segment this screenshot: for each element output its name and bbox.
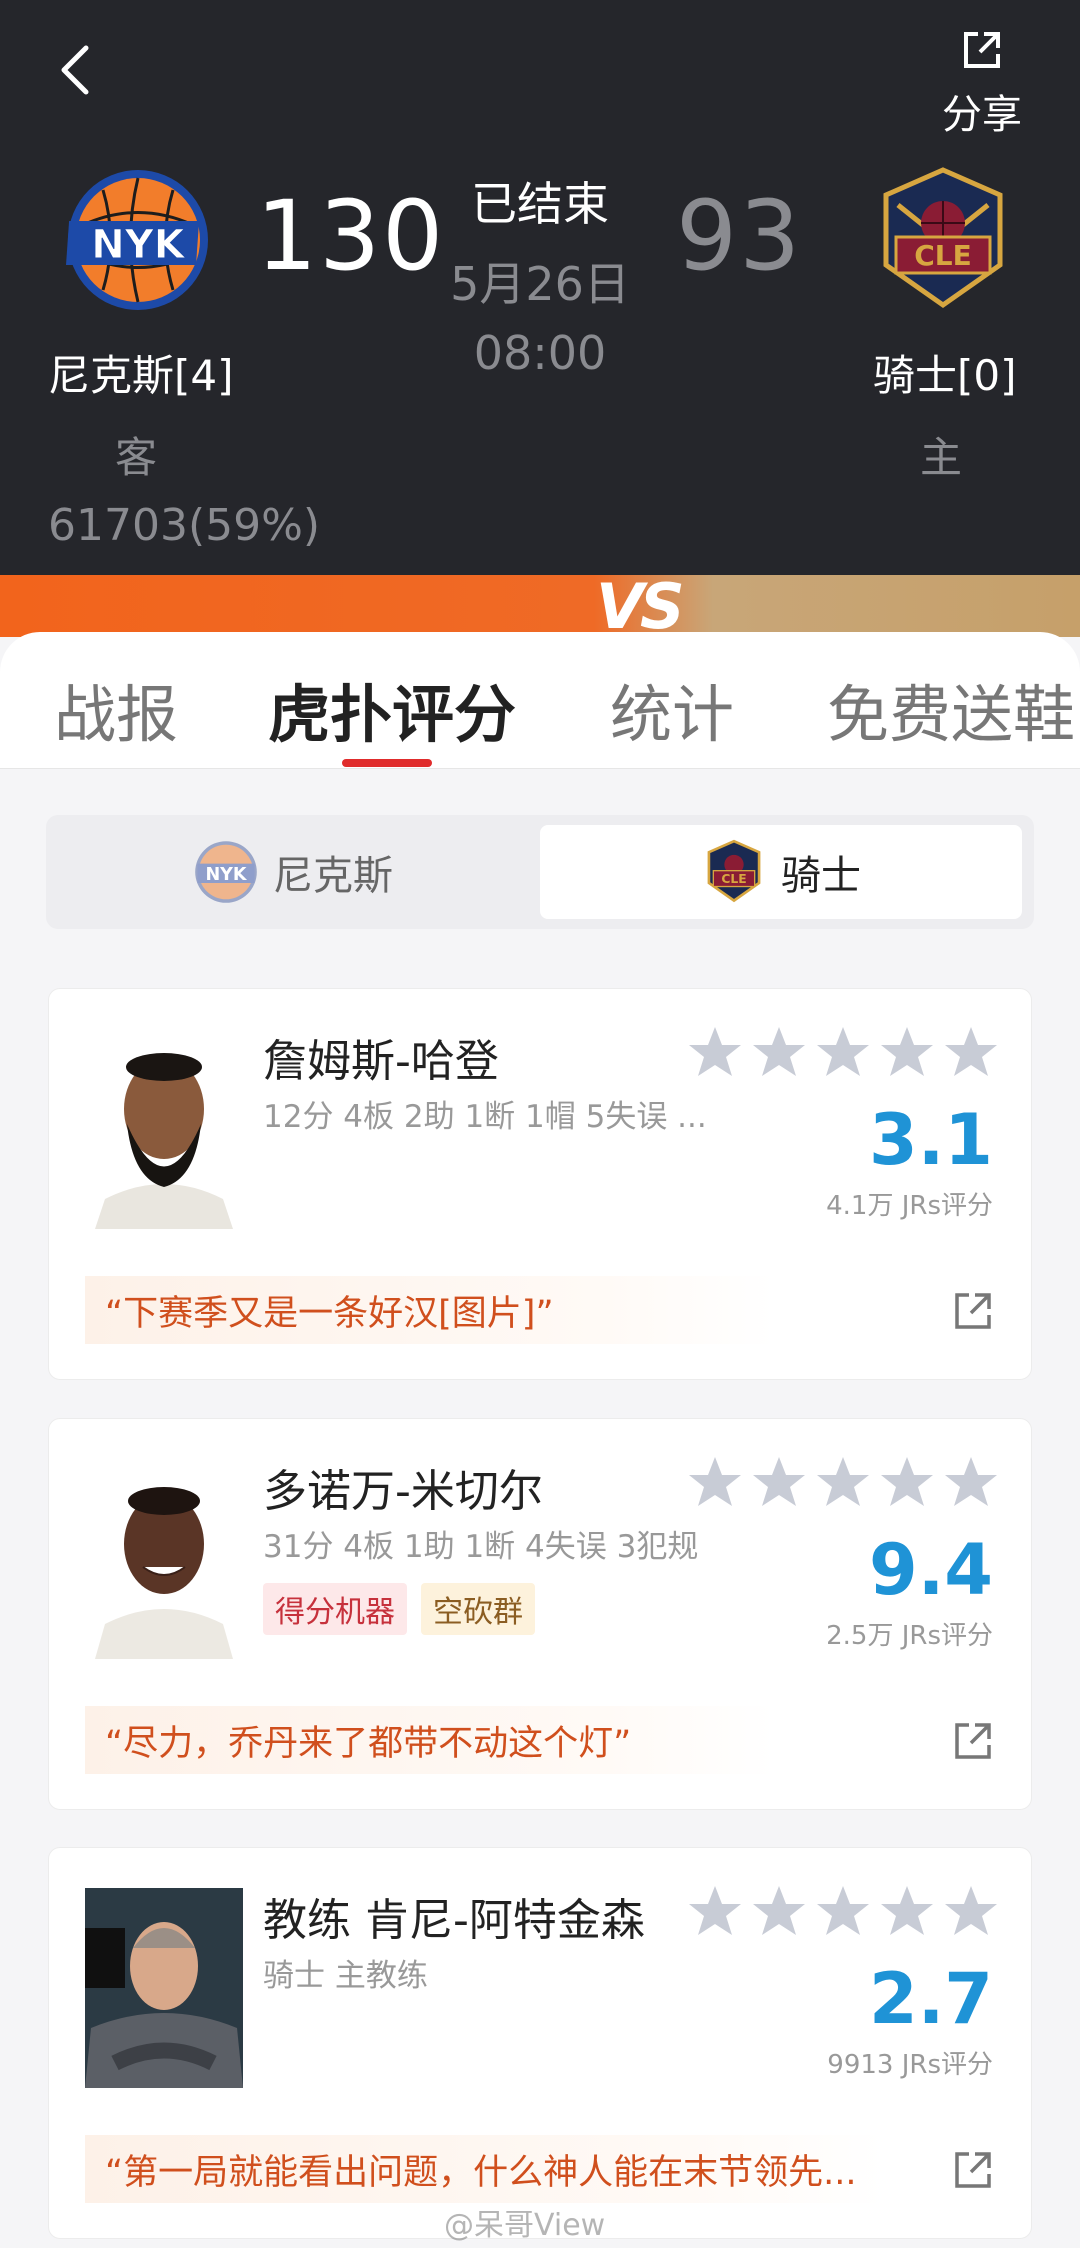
player-stats: 12分 4板 2助 1断 1帽 5失误 ... [263,1099,707,1135]
game-status: 已结束 [471,177,609,231]
player-tag[interactable]: 空砍群 [421,1583,535,1635]
game-date: 5月26日 [450,257,630,311]
knicks-logo[interactable]: NYK [63,165,213,315]
toggle-cavaliers[interactable]: CLE 骑士 [540,825,1022,919]
cavaliers-mini-logo: CLE [707,839,761,903]
game-header: 分享 NYK 130 已结束 5月26日 08:00 93 CLE 尼克斯[4]… [0,0,1080,575]
star-icon[interactable] [749,1453,809,1513]
svg-text:NYK: NYK [205,865,247,885]
star-icon[interactable] [813,1453,873,1513]
svg-text:CLE: CLE [914,239,972,272]
external-link-icon[interactable] [951,1719,995,1763]
share-icon [964,32,1000,68]
tab-free-shoes[interactable]: 免费送鞋 [827,664,1075,754]
vs-bar [0,575,1080,637]
toggle-knicks[interactable]: NYK 尼克斯 [52,825,534,919]
star-icon[interactable] [941,1882,1001,1942]
toggle-knicks-label: 尼克斯 [273,853,393,899]
player-rating: 3.1 [868,1099,993,1181]
coach-name: 教练 肯尼-阿特金森 [263,1895,645,1946]
player-name: 詹姆斯-哈登 [263,1036,499,1087]
share-label: 分享 [942,92,1022,138]
svg-text:NYK: NYK [91,222,186,268]
home-score: 130 [256,180,446,292]
svg-text:CLE: CLE [721,872,746,886]
star-icon[interactable] [877,1023,937,1083]
rating-stars[interactable] [685,1882,1005,1942]
watermark: @呆哥View [444,2208,606,2243]
rating-stars[interactable] [685,1453,1005,1513]
rating-votes: 4.1万 JRs评分 [826,1191,993,1221]
player-avatar [85,1459,243,1659]
share-button[interactable]: 分享 [932,28,1032,138]
coach-role: 骑士 主教练 [263,1958,428,1994]
coach-avatar [85,1888,243,2088]
back-arrow-icon[interactable] [52,40,102,100]
rating-stars[interactable] [685,1023,1005,1083]
star-icon[interactable] [813,1023,873,1083]
top-comment[interactable]: “尽力，乔丹来了都带不动这个灯” [85,1706,775,1774]
active-tab-indicator [342,759,432,767]
top-comment[interactable]: “下赛季又是一条好汉[图片]” [85,1276,775,1344]
away-score: 93 [676,180,803,292]
player-avatar [85,1029,243,1229]
star-icon[interactable] [685,1023,745,1083]
knicks-mini-logo: NYK [195,841,257,903]
player-stats: 31分 4板 1助 1断 4失误 3犯规 [263,1529,699,1565]
team-toggle: NYK 尼克斯 CLE 骑士 [46,815,1034,929]
home-team-side: 客 [115,433,158,482]
player-name: 多诺万-米切尔 [263,1466,543,1517]
rating-votes: 2.5万 JRs评分 [826,1621,993,1651]
external-link-icon[interactable] [951,2148,995,2192]
home-team-name: 尼克斯[4] [48,351,234,400]
tab-stats[interactable]: 统计 [610,664,734,754]
tab-report[interactable]: 战报 [54,664,178,754]
star-icon[interactable] [877,1453,937,1513]
star-icon[interactable] [941,1023,1001,1083]
tab-bar: 战报 虎扑评分 统计 免费送鞋 [0,632,1080,769]
star-icon[interactable] [685,1453,745,1513]
rating-votes: 9913 JRs评分 [827,2050,993,2080]
player-rating-card[interactable]: 多诺万-米切尔 31分 4板 1助 1断 4失误 3犯规 得分机器 空砍群 9.… [48,1418,1032,1810]
external-link-icon[interactable] [951,1289,995,1333]
game-time: 08:00 [473,326,607,380]
star-icon[interactable] [749,1882,809,1942]
star-icon[interactable] [749,1023,809,1083]
star-icon[interactable] [877,1882,937,1942]
away-team-side: 主 [920,433,963,482]
player-tag[interactable]: 得分机器 [263,1583,407,1635]
coach-rating-card[interactable]: 教练 肯尼-阿特金森 骑士 主教练 2.7 9913 JRs评分 “第一局就能看… [48,1847,1032,2239]
cavaliers-logo[interactable]: CLE [868,165,1018,315]
star-icon[interactable] [813,1882,873,1942]
coach-rating: 2.7 [868,1958,993,2040]
star-icon[interactable] [941,1453,1001,1513]
top-comment[interactable]: “第一局就能看出问题，什么神人能在末节领先... [85,2135,885,2203]
player-rating: 9.4 [868,1529,993,1611]
away-team-name: 骑士[0] [873,351,1017,400]
home-team-support: 61703(59%) [48,500,321,551]
player-tags: 得分机器 空砍群 [263,1583,535,1635]
player-rating-card[interactable]: 詹姆斯-哈登 12分 4板 2助 1断 1帽 5失误 ... 3.1 4.1万 … [48,988,1032,1380]
star-icon[interactable] [685,1882,745,1942]
tab-hupu-rating[interactable]: 虎扑评分 [268,664,516,754]
toggle-cavaliers-label: 骑士 [781,853,861,899]
